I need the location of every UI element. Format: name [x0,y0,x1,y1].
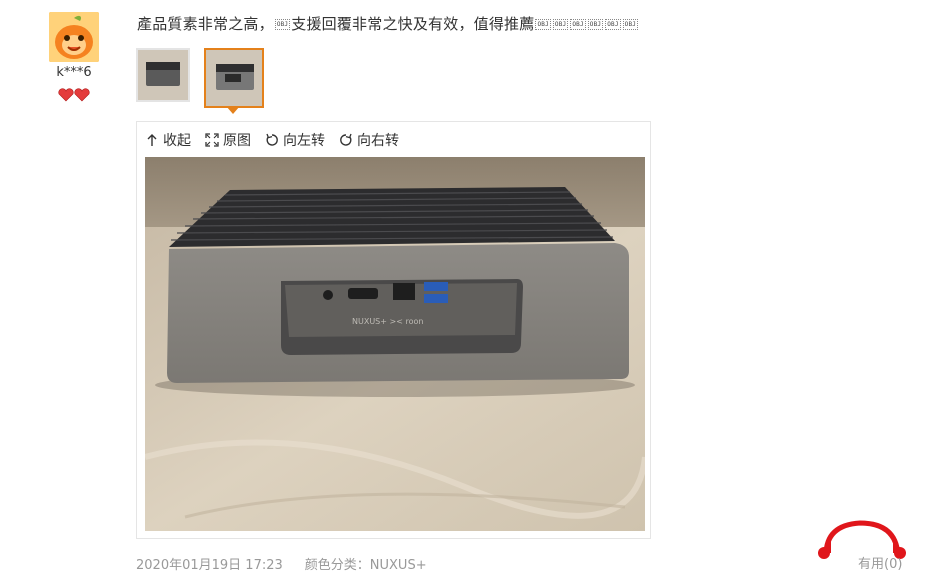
useful-button[interactable]: 有用(0) [858,553,902,572]
image-viewer: 收起 原图 向左转 向右转 NUXUS+ >< roon [136,121,651,539]
obj-placeholder: OBJ [274,19,291,30]
obj-placeholder: OBJ [535,19,551,30]
variant-value: NUXUS+ [369,558,427,573]
avatar-icon [49,12,99,62]
obj-placeholder: OBJ [570,19,586,30]
review-meta: 2020年01月19日 17:23 颜色分类：NUXUS+ [136,554,427,573]
review-text-part2: 支援回覆非常之快及有效，值得推薦 [291,15,535,33]
review-text-part1: 產品質素非常之高， [137,15,274,33]
avatar[interactable] [49,12,99,62]
obj-placeholder: OBJ [552,19,569,30]
rotate-left-icon [266,133,278,146]
collapse-label: 收起 [163,133,191,149]
device-label: NUXUS+ >< roon [352,317,423,326]
rotate-left-button[interactable]: 向左转 [265,130,325,150]
device-photo-illustration: NUXUS+ >< roon [145,157,645,531]
collapse-button[interactable]: 收起 [145,130,191,150]
variant-label: 颜色分类： [304,558,370,573]
obj-placeholder: OBJ [605,19,621,30]
collapse-up-icon [147,134,157,146]
obj-placeholder: OBJ [587,19,604,30]
review-date: 2020年01月19日 17:23 [136,558,283,573]
review-thumbnail-2[interactable] [204,48,264,108]
rotate-right-icon [340,133,352,146]
review-text: 產品質素非常之高， OBJ 支援回覆非常之快及有效，值得推薦 OBJ OBJ OBJ OBJ… [137,13,639,34]
active-thumbnail-caret [226,106,240,114]
viewer-toolbar: 收起 原图 向左转 向右转 [145,130,413,150]
rotate-right-button[interactable]: 向右转 [339,130,399,150]
obj-placeholder: OBJ [622,19,639,30]
review-photo[interactable]: NUXUS+ >< roon [145,157,645,531]
original-image-label: 原图 [223,133,251,149]
review-thumbnail-1[interactable] [136,48,190,102]
useful-label: 有用 [858,557,885,572]
rotate-right-label: 向右转 [357,133,399,149]
username: k***6 [56,65,92,80]
level-hearts-icon [58,88,90,102]
fullscreen-icon [205,133,219,147]
useful-count: (0) [884,557,903,572]
rotate-left-label: 向左转 [283,133,325,149]
original-image-button[interactable]: 原图 [205,130,251,150]
